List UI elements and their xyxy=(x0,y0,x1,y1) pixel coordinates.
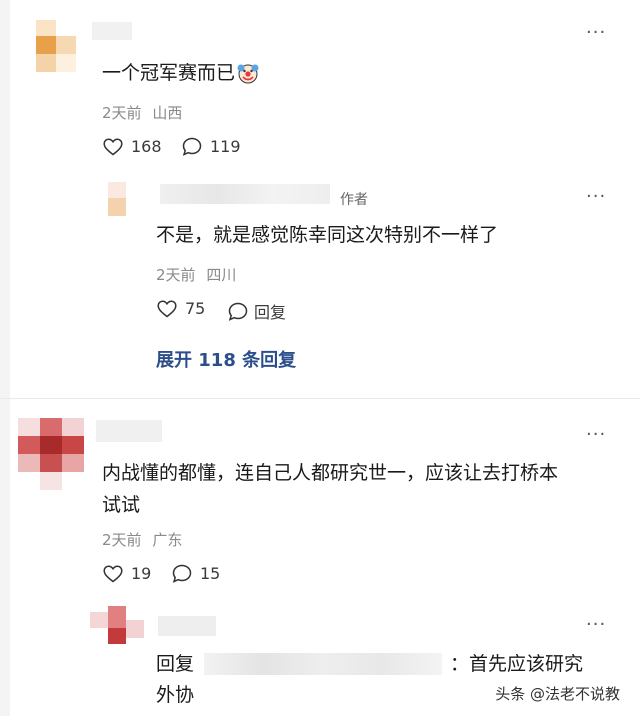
like-count: 168 xyxy=(131,137,162,156)
reply-text-suffix: ：首先应该研究 xyxy=(450,653,584,675)
author-tag: 作者 xyxy=(340,192,368,208)
reply-text-line2: 外协 xyxy=(156,684,195,706)
username-blurred[interactable] xyxy=(160,184,330,204)
username-blurred[interactable] xyxy=(158,616,216,636)
avatar[interactable] xyxy=(18,418,84,490)
comment-text: 一个冠军赛而已 xyxy=(102,56,259,90)
comment-text-line1: 内战懂的都懂，连自己人都研究世一，应该让去打桥本 xyxy=(102,462,559,484)
like-count: 75 xyxy=(185,299,206,318)
comment-time: 2天前 xyxy=(102,531,142,549)
reply-button[interactable]: 119 xyxy=(182,137,241,156)
divider xyxy=(0,398,640,399)
reply-text: 不是，就是感觉陈幸同这次特别不一样了 xyxy=(156,224,499,246)
like-button[interactable]: 168 xyxy=(103,137,162,156)
heart-icon xyxy=(103,137,123,155)
reply-prefix: 回复 xyxy=(156,653,195,675)
reply-count: 15 xyxy=(200,564,221,583)
watermark-text: 头条 @法老不说教 xyxy=(495,685,620,703)
more-dots-icon[interactable]: ··· xyxy=(586,424,606,445)
avatar[interactable] xyxy=(90,606,144,654)
comment-bubble-icon xyxy=(182,137,202,156)
like-count: 19 xyxy=(131,564,152,583)
comment-meta: 2天前 山西 xyxy=(102,102,182,123)
reply-text: 回复 ：首先应该研究 xyxy=(156,647,583,681)
comment-meta: 2天前 广东 xyxy=(102,529,182,550)
reply-button[interactable]: 回复 xyxy=(228,299,286,323)
reply-location: 四川 xyxy=(206,266,237,284)
comment-bubble-icon xyxy=(172,564,192,583)
clown-face-icon xyxy=(237,64,259,84)
expand-replies-link[interactable]: 展开 118 条回复 xyxy=(156,346,296,372)
mention-blurred[interactable] xyxy=(204,653,443,675)
more-dots-icon[interactable]: ··· xyxy=(586,186,606,207)
like-button[interactable]: 75 xyxy=(157,299,205,318)
comment-location: 广东 xyxy=(152,531,183,549)
reply-time: 2天前 xyxy=(156,266,196,284)
reply-label: 回复 xyxy=(254,303,287,322)
username-blurred[interactable] xyxy=(96,420,162,442)
comment-location: 山西 xyxy=(152,104,183,122)
reply-count: 119 xyxy=(210,137,241,156)
comment-text-line2: 试试 xyxy=(102,494,141,516)
more-dots-icon[interactable]: ··· xyxy=(586,614,606,635)
comment-bubble-icon xyxy=(228,302,248,321)
comment-time: 2天前 xyxy=(102,104,142,122)
username-blurred[interactable] xyxy=(92,22,132,40)
like-button[interactable]: 19 xyxy=(103,564,151,583)
heart-icon xyxy=(103,564,123,582)
reply-meta: 2天前 四川 xyxy=(156,264,236,285)
avatar[interactable] xyxy=(108,182,128,218)
left-edge xyxy=(0,0,10,716)
watermark: 头条 @法老不说教 xyxy=(489,681,626,706)
reply-button[interactable]: 15 xyxy=(172,564,220,583)
avatar[interactable] xyxy=(36,20,76,72)
more-dots-icon[interactable]: ··· xyxy=(586,22,606,43)
heart-icon xyxy=(157,299,177,317)
